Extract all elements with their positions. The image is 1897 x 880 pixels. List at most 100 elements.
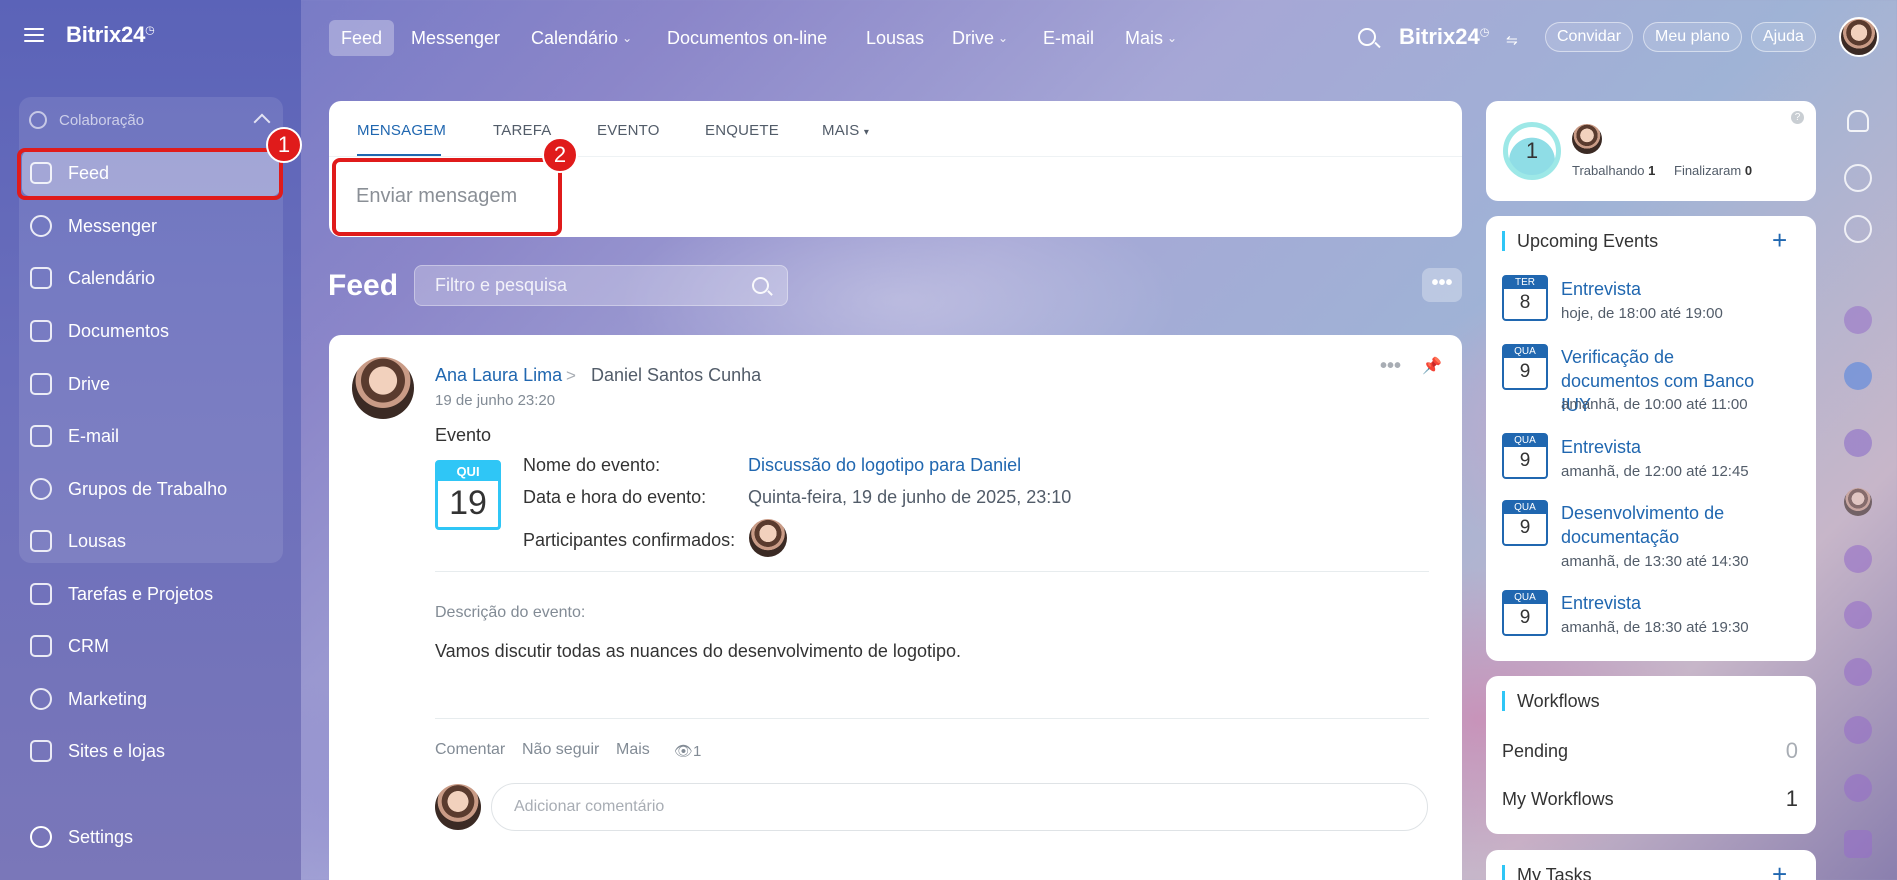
event-datetime-value: Quinta-feira, 19 de junho de 2025, 23:10: [748, 487, 1072, 507]
composer-tab-message[interactable]: MENSAGEM: [357, 122, 446, 139]
sidebar-item-workgroups[interactable]: Grupos de Trabalho: [22, 466, 280, 512]
recipient-name[interactable]: Daniel Santos Cunha: [591, 365, 761, 386]
openlines-icon[interactable]: [1844, 429, 1872, 457]
sidebar-item-label: Marketing: [68, 688, 148, 709]
my-tasks-title: My Tasks: [1502, 865, 1592, 880]
user-avatar[interactable]: [1839, 17, 1879, 57]
comment-input[interactable]: Adicionar comentário: [491, 783, 1428, 831]
activity-icon[interactable]: [1844, 164, 1872, 192]
document-icon: [30, 320, 52, 342]
event-day: 9: [1519, 361, 1531, 382]
sidebar-item-messenger[interactable]: Messenger: [22, 203, 280, 249]
author-name[interactable]: Ana Laura Lima: [435, 365, 562, 386]
sidebar-item-marketing[interactable]: Marketing: [22, 676, 280, 722]
sidebar-item-boards[interactable]: Lousas: [22, 518, 280, 564]
contact-icon[interactable]: [1844, 658, 1872, 686]
post-date[interactable]: 19 de junho 23:20: [435, 392, 555, 409]
working-user-avatar[interactable]: [1572, 124, 1602, 154]
filter-placeholder: Filtro e pesquisa: [435, 275, 568, 295]
contact-icon[interactable]: [1844, 774, 1872, 802]
top-nav-drive[interactable]: Drive ⌄: [940, 20, 1020, 56]
participants-label: Participantes confirmados:: [523, 530, 736, 550]
workflows-pending-count[interactable]: 0: [1758, 738, 1798, 764]
top-nav-calendar[interactable]: Calendário ⌄: [519, 20, 644, 56]
sidebar-item-crm[interactable]: CRM: [22, 623, 280, 669]
contact-icon[interactable]: [1844, 716, 1872, 744]
help-button[interactable]: Ajuda: [1751, 22, 1816, 52]
participant-avatar[interactable]: [749, 519, 787, 557]
settings-link[interactable]: Settings: [30, 826, 133, 848]
contact-icon[interactable]: [1844, 545, 1872, 573]
event-title-link[interactable]: Entrevista: [1561, 277, 1771, 301]
menu-icon[interactable]: [24, 28, 44, 42]
pin-icon[interactable]: 📌: [1422, 356, 1442, 376]
filter-search-input[interactable]: Filtro e pesquisa: [414, 265, 788, 306]
workflows-title: Workflows: [1502, 691, 1600, 711]
group-icon: [30, 478, 52, 500]
help-label: Ajuda: [1763, 28, 1804, 45]
workflows-pending-label[interactable]: Pending: [1502, 741, 1568, 762]
top-nav-messenger[interactable]: Messenger: [399, 20, 512, 56]
unfollow-action[interactable]: Não seguir: [522, 741, 599, 759]
sidebar-item-email[interactable]: E-mail: [22, 413, 280, 459]
author-avatar[interactable]: [352, 357, 414, 419]
my-workflows-label[interactable]: My Workflows: [1502, 789, 1614, 810]
chevron-down-icon: ⌄: [622, 31, 633, 45]
event-name-link[interactable]: Discussão do logotipo para Daniel: [748, 455, 1021, 476]
top-nav-email[interactable]: E-mail: [1031, 20, 1106, 56]
post-type-label: Evento: [435, 425, 492, 445]
top-brand-logo[interactable]: Bitrix24◷: [1399, 24, 1489, 50]
rail-user-avatar[interactable]: [1844, 488, 1872, 516]
composer-tab-event[interactable]: EVENTO: [597, 122, 660, 139]
comment-action[interactable]: Comentar: [435, 741, 505, 759]
my-workflows-count[interactable]: 1: [1758, 786, 1798, 812]
event-title-link[interactable]: Desenvolvimento de documentação: [1561, 501, 1771, 549]
highlight-box-message: [332, 158, 562, 236]
views-counter[interactable]: 👁1: [674, 742, 701, 760]
event-title-link[interactable]: Entrevista: [1561, 435, 1771, 459]
more-action[interactable]: Mais: [616, 741, 650, 759]
sidebar-item-sites[interactable]: Sites e lojas: [22, 728, 280, 774]
finished-label: Finalizaram 0: [1674, 163, 1752, 178]
event-weekday: QUA: [1504, 435, 1546, 447]
top-nav-online-docs[interactable]: Documentos on-line: [655, 20, 839, 56]
top-nav-label: Feed: [341, 27, 383, 48]
composer-tab-more[interactable]: MAIS ▾: [822, 122, 869, 139]
settings-sliders-icon[interactable]: ⇋: [1506, 32, 1518, 49]
active-tab-indicator: [357, 154, 441, 156]
chat-bubble-icon[interactable]: [1844, 215, 1872, 243]
event-time: amanhã, de 12:00 até 12:45: [1561, 463, 1749, 480]
event-datetime-label: Data e hora do evento:: [523, 487, 707, 507]
top-nav-more[interactable]: Mais ⌄: [1113, 20, 1189, 56]
tasks-check-icon[interactable]: [1844, 830, 1872, 858]
add-task-button[interactable]: +: [1772, 861, 1787, 880]
add-event-button[interactable]: +: [1772, 227, 1787, 253]
help-icon[interactable]: ?: [1791, 111, 1804, 124]
composer-tab-poll[interactable]: ENQUETE: [705, 122, 779, 139]
collab-section-header[interactable]: Colaboração: [29, 111, 144, 129]
top-nav-feed[interactable]: Feed: [329, 20, 395, 56]
brand-clock-icon: ◷: [145, 24, 155, 37]
contact-icon[interactable]: [1844, 306, 1872, 334]
invite-button[interactable]: Convidar: [1545, 22, 1634, 52]
bookmark-icon[interactable]: [1844, 362, 1872, 390]
contact-icon[interactable]: [1844, 601, 1872, 629]
my-plan-button[interactable]: Meu plano: [1643, 22, 1742, 52]
working-now-counter[interactable]: 1: [1503, 122, 1561, 180]
event-title-link[interactable]: Entrevista: [1561, 591, 1771, 615]
sidebar-item-drive[interactable]: Drive: [22, 361, 280, 407]
top-nav-boards[interactable]: Lousas: [854, 20, 936, 56]
search-icon[interactable]: [1358, 28, 1376, 46]
composer-tab-task[interactable]: TAREFA: [493, 122, 551, 139]
post-menu-icon[interactable]: •••: [1380, 355, 1401, 378]
sidebar-item-tasks[interactable]: Tarefas e Projetos: [22, 571, 280, 617]
bell-icon[interactable]: [1847, 110, 1869, 132]
sidebar-item-documents[interactable]: Documentos: [22, 308, 280, 354]
brand-logo[interactable]: Bitrix24◷: [66, 22, 155, 48]
event-time: amanhã, de 13:30 até 14:30: [1561, 553, 1749, 570]
sidebar-item-calendar[interactable]: Calendário: [22, 255, 280, 301]
brand-clock-icon: ◷: [1479, 26, 1490, 39]
eye-icon: 👁: [674, 743, 694, 760]
feed-more-button[interactable]: •••: [1422, 268, 1462, 302]
search-icon[interactable]: [752, 277, 769, 294]
